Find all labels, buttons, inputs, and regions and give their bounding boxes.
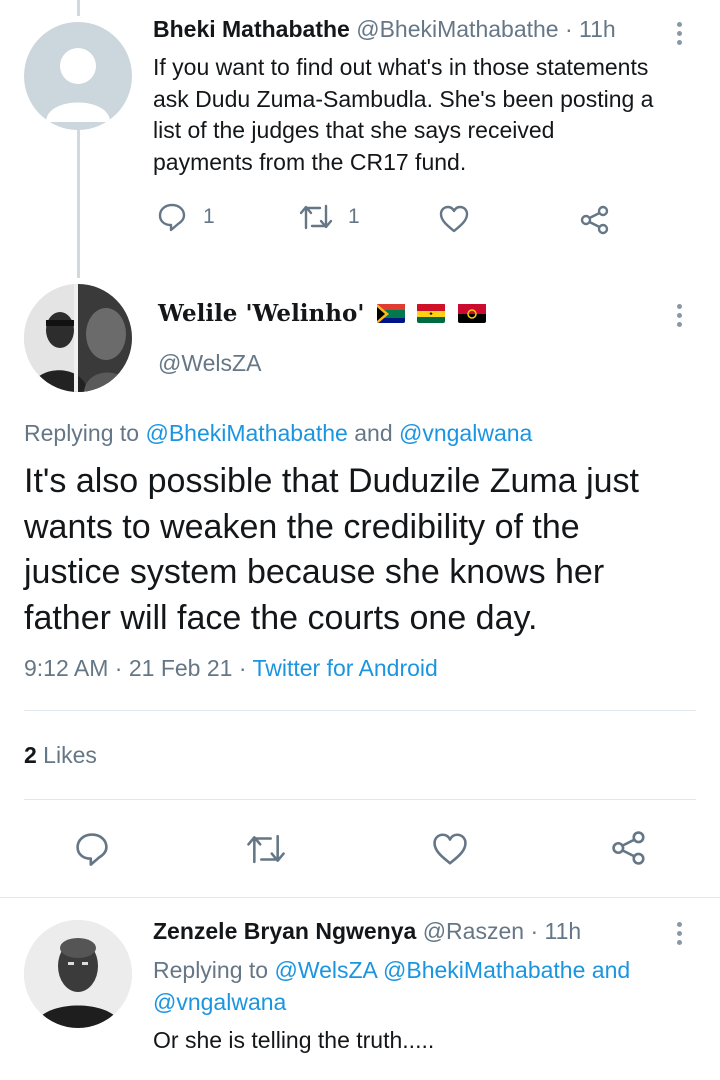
tweet1-line: ask Dudu Zuma-Sambudla. She's been posti… (153, 85, 654, 112)
profile-photo-icon (24, 284, 132, 392)
tweet1-time[interactable]: 11h (579, 16, 616, 42)
main-reply-button[interactable] (74, 831, 110, 867)
more-options-icon[interactable] (676, 22, 684, 49)
replying-to-user3[interactable]: @vngalwana (153, 989, 286, 1015)
replying-and: and (347, 420, 399, 446)
reply-replying-to: Replying to @WelsZA @BhekiMathabathe and… (153, 954, 713, 1018)
main-display-name[interactable]: Welile 'Welinho' (158, 300, 364, 327)
likes-label: Likes (36, 742, 97, 768)
main-sep1: · (108, 655, 129, 681)
main-date: 21 Feb 21 (128, 655, 233, 681)
main-text-line: It's also possible that Duduzile Zuma ju… (24, 462, 640, 500)
tweet1-display-name[interactable]: Bheki Mathabathe (153, 16, 350, 42)
retweet-icon (247, 834, 285, 864)
more-options-icon[interactable] (676, 922, 684, 949)
tweet1-line: list of the judges that she says receive… (153, 117, 555, 143)
avatar-zenzele[interactable] (24, 920, 132, 1028)
replying-to-user1[interactable]: @BhekiMathabathe (145, 420, 347, 446)
thread-line-bottom (77, 130, 80, 278)
profile-photo-icon (24, 920, 132, 1028)
reply-text: Or she is telling the truth..... (153, 1027, 435, 1053)
avatar-welile[interactable] (24, 284, 132, 392)
divider (0, 897, 720, 898)
angola-flag-icon (457, 303, 486, 323)
default-user-icon (46, 48, 110, 122)
main-source[interactable]: Twitter for Android (252, 655, 437, 681)
main-sep2: · (232, 655, 253, 681)
main-likes[interactable]: 2 Likes (24, 742, 97, 769)
divider (24, 799, 696, 800)
main-meta: 9:12 AM · 21 Feb 21 · Twitter for Androi… (24, 655, 438, 682)
main-share-button[interactable] (610, 829, 648, 867)
reply-header: Zenzele Bryan Ngwenya @Raszen · 11h (153, 918, 581, 945)
ghana-flag-icon (417, 303, 446, 323)
more-options-icon[interactable] (676, 304, 684, 331)
main-replying-to: Replying to @BhekiMathabathe and @vngalw… (24, 420, 532, 447)
retweet-icon (299, 204, 333, 230)
tweet1-reply-count: 1 (203, 205, 215, 228)
reply-time[interactable]: 11h (545, 918, 582, 944)
reply-display-name[interactable]: Zenzele Bryan Ngwenya (153, 918, 416, 944)
avatar-default[interactable] (24, 22, 132, 130)
tweet1-reply-button[interactable]: 1 (157, 202, 215, 232)
south-africa-flag-icon (376, 303, 405, 323)
main-time: 9:12 AM (24, 655, 109, 681)
tweet1-retweet-count: 1 (348, 205, 360, 228)
likes-count: 2 (24, 742, 37, 768)
share-icon (612, 831, 645, 865)
tweet1-line: If you want to find out what's in those … (153, 54, 649, 80)
tweet1-header: Bheki Mathabathe @BhekiMathabathe · 11h (153, 16, 616, 43)
main-text-line: justice system because she knows her (24, 553, 605, 591)
tweet1-retweet-button[interactable]: 1 (298, 202, 360, 232)
heart-icon (439, 205, 469, 233)
reply-icon (76, 833, 108, 866)
reply-icon (158, 203, 186, 232)
tweet1-line: payments from the CR17 fund. (153, 148, 467, 175)
replying-to-user2[interactable]: @BhekiMathabathe (383, 957, 585, 983)
tweet1-text: If you want to find out what's in those … (153, 52, 713, 178)
main-text-line: wants to weaken the credibility of the (24, 507, 580, 546)
replying-to-label: Replying to (153, 957, 275, 983)
tweet1-handle[interactable]: @BhekiMathabathe (356, 16, 558, 42)
main-tweet-text: It's also possible that Duduzile Zuma ju… (24, 459, 714, 641)
replying-to-user2[interactable]: @vngalwana (399, 420, 532, 446)
main-like-button[interactable] (431, 831, 469, 867)
replying-to-label: Replying to (24, 420, 146, 446)
main-retweet-button[interactable] (245, 831, 287, 867)
main-text-line: father will face the courts one day. (24, 598, 538, 637)
tweet1-share-button[interactable] (579, 204, 611, 236)
reply-separator: · (530, 918, 539, 944)
replying-to-user1[interactable]: @WelsZA (274, 957, 376, 983)
main-handle[interactable]: @WelsZA (158, 350, 261, 377)
tweet1-like-button[interactable] (438, 204, 470, 234)
divider (24, 710, 696, 711)
thread-line-top (77, 0, 80, 16)
tweet1-separator: · (564, 16, 573, 42)
main-display-name-row: Welile 'Welinho' (158, 300, 486, 327)
reply-handle[interactable]: @Raszen (423, 918, 524, 944)
share-icon (580, 205, 609, 235)
heart-icon (433, 833, 467, 865)
replying-and: and (585, 957, 631, 983)
